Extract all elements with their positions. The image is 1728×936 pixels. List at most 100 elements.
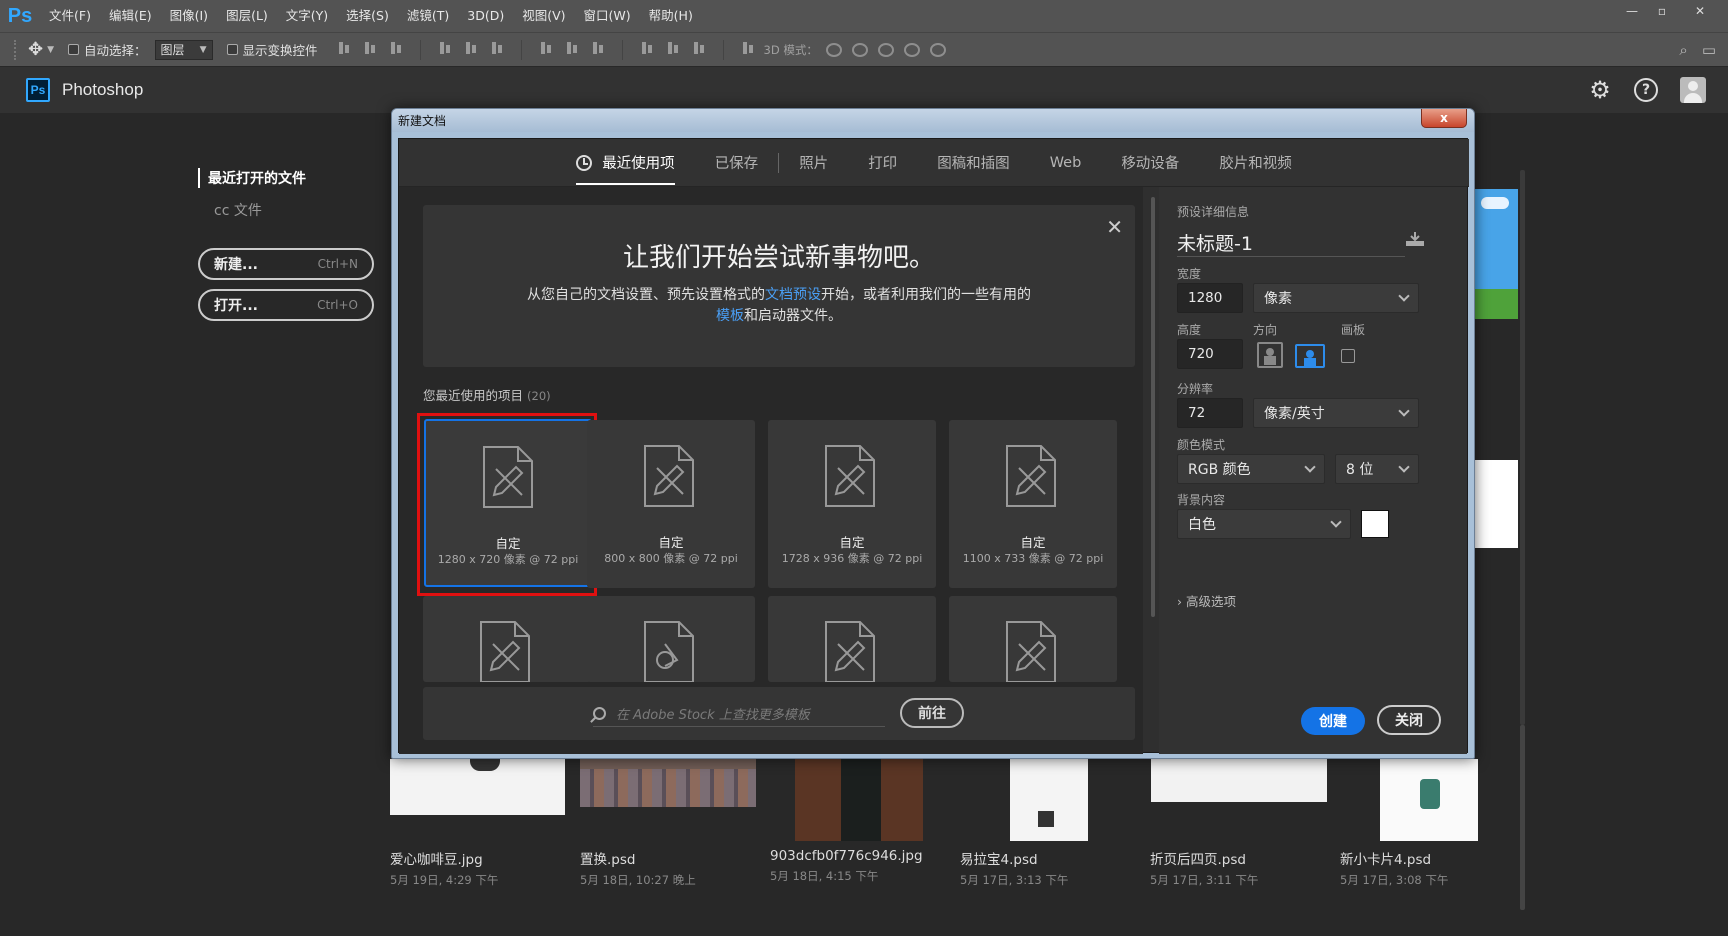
recent-file-item[interactable]: 爱心咖啡豆.jpg 5月 19日, 4:29 下午 (390, 848, 498, 888)
menu-help[interactable]: 帮助(H) (640, 0, 702, 32)
auto-align-icon[interactable] (740, 40, 756, 56)
gear-icon[interactable]: ⚙ (1588, 78, 1612, 102)
menu-file[interactable]: 文件(F) (40, 0, 100, 32)
window-close-icon[interactable]: ✕ (1678, 2, 1722, 20)
tab-print[interactable]: 打印 (848, 139, 917, 187)
thumbnail-white-image[interactable] (1475, 460, 1518, 548)
thumbnail-card-image[interactable] (1380, 759, 1478, 841)
align-hcenter-icon[interactable] (463, 40, 479, 56)
menu-view[interactable]: 视图(V) (513, 0, 574, 32)
distribute-vcenter-icon[interactable] (564, 40, 580, 56)
preset-card[interactable] (587, 596, 755, 682)
close-button[interactable]: 关闭 (1377, 705, 1441, 735)
minimize-icon[interactable]: — (1618, 2, 1646, 20)
tab-photo[interactable]: 照片 (779, 139, 848, 187)
advanced-options-toggle[interactable]: › 高级选项 (1177, 591, 1236, 610)
preset-card[interactable] (423, 596, 591, 682)
menu-image[interactable]: 图像(I) (161, 0, 217, 32)
auto-select-checkbox[interactable]: 自动选择： (68, 40, 147, 59)
tab-film-video[interactable]: 胶片和视频 (1199, 139, 1312, 187)
distribute-bottom-icon[interactable] (590, 40, 606, 56)
recent-file-item[interactable]: 新小卡片4.psd 5月 17日, 3:08 下午 (1340, 848, 1448, 888)
home-scrollbar-track[interactable] (1520, 170, 1525, 725)
dialog-close-icon[interactable]: x (1421, 109, 1467, 128)
resolution-unit-select[interactable]: 像素/英寸 (1253, 398, 1419, 428)
stock-go-button[interactable]: 前往 (900, 698, 964, 728)
menu-layer[interactable]: 图层(L) (217, 0, 277, 32)
color-mode-select[interactable]: RGB 颜色 (1177, 454, 1325, 484)
move-tool-preset[interactable]: ✥ ▼ (28, 39, 54, 60)
create-button[interactable]: 创建 (1301, 707, 1365, 735)
distribute-left-icon[interactable] (639, 40, 655, 56)
thumbnail-brick-image[interactable] (580, 759, 756, 807)
templates-link[interactable]: 模板 (716, 308, 744, 324)
workspace-icon[interactable]: ▭ (1702, 41, 1716, 59)
thumbnail-sky-image[interactable] (1475, 189, 1518, 319)
auto-select-target-select[interactable]: 图层 ▼ (154, 39, 213, 60)
new-file-button[interactable]: 新建... Ctrl+N (198, 248, 374, 280)
preset-card[interactable]: 自定 1728 x 936 像素 @ 72 ppi (768, 420, 936, 588)
checkbox-box[interactable] (68, 44, 80, 55)
thumbnail-coffee-image[interactable] (390, 759, 565, 815)
tab-saved[interactable]: 已保存 (695, 139, 779, 187)
background-color-swatch[interactable] (1361, 510, 1389, 538)
align-top-icon[interactable] (336, 40, 352, 56)
menu-select[interactable]: 选择(S) (337, 0, 398, 32)
recent-file-item[interactable]: 903dcfb0f776c946.jpg 5月 18日, 4:15 下午 (770, 848, 923, 884)
open-file-button[interactable]: 打开... Ctrl+O (198, 289, 374, 321)
show-transform-checkbox[interactable]: 显示变换控件 (226, 40, 318, 59)
align-right-icon[interactable] (489, 40, 505, 56)
nav-cc-files[interactable]: cc 文件 (198, 200, 306, 220)
search-icon[interactable]: ⌕ (1679, 41, 1687, 59)
maximize-icon[interactable]: ▫ (1648, 2, 1676, 20)
menu-filter[interactable]: 滤镜(T) (398, 0, 458, 32)
artboard-checkbox[interactable] (1341, 349, 1355, 363)
height-input[interactable]: 720 (1177, 339, 1243, 369)
preset-card[interactable] (768, 596, 936, 682)
scale-3d-icon[interactable] (929, 42, 946, 57)
preset-card[interactable]: 自定 800 x 800 像素 @ 72 ppi (587, 420, 755, 588)
tab-recent[interactable]: 最近使用项 (556, 139, 695, 187)
menu-3d[interactable]: 3D(D) (458, 0, 513, 32)
preset-scrollbar[interactable] (1151, 197, 1155, 617)
thumbnail-banner-image[interactable] (1010, 759, 1088, 841)
checkbox-box[interactable] (226, 44, 238, 55)
thumbnail-brochure-image[interactable] (1151, 759, 1327, 802)
home-scrollbar-thumb[interactable] (1520, 725, 1525, 910)
landscape-orientation-icon[interactable] (1295, 344, 1325, 368)
document-name-field[interactable]: 未标题-1 (1177, 229, 1405, 257)
portrait-orientation-icon[interactable] (1257, 342, 1283, 368)
align-left-icon[interactable] (437, 40, 453, 56)
orbit-3d-icon[interactable] (825, 42, 842, 57)
preset-card-selected[interactable]: 自定 1280 x 720 像素 @ 72 ppi (424, 419, 592, 587)
toolbar-grip[interactable] (14, 39, 18, 60)
preset-card[interactable] (949, 596, 1117, 682)
menu-edit[interactable]: 编辑(E) (100, 0, 161, 32)
document-presets-link[interactable]: 文档预设 (765, 287, 821, 303)
ps-menu-logo[interactable]: Ps (0, 0, 40, 32)
recent-file-item[interactable]: 置换.psd 5月 18日, 10:27 晚上 (580, 848, 696, 888)
thumbnail-photo-image[interactable] (795, 759, 923, 841)
recent-file-item[interactable]: 折页后四页.psd 5月 17日, 3:11 下午 (1150, 848, 1258, 888)
slide-3d-icon[interactable] (903, 42, 920, 57)
recent-file-item[interactable]: 易拉宝4.psd 5月 17日, 3:13 下午 (960, 848, 1068, 888)
pan-3d-icon[interactable] (877, 42, 894, 57)
tab-art-illustration[interactable]: 图稿和插图 (917, 139, 1030, 187)
width-input[interactable]: 1280 (1177, 283, 1243, 313)
help-icon[interactable]: ? (1634, 78, 1658, 102)
resolution-input[interactable]: 72 (1177, 398, 1243, 428)
tab-web[interactable]: Web (1030, 139, 1102, 187)
menu-type[interactable]: 文字(Y) (277, 0, 337, 32)
tab-mobile[interactable]: 移动设备 (1101, 139, 1199, 187)
user-avatar-icon[interactable] (1680, 77, 1706, 103)
distribute-hcenter-icon[interactable] (665, 40, 681, 56)
distribute-top-icon[interactable] (538, 40, 554, 56)
roll-3d-icon[interactable] (851, 42, 868, 57)
dialog-titlebar[interactable]: 新建文档 (392, 109, 1474, 132)
bit-depth-select[interactable]: 8 位 (1335, 454, 1419, 484)
menu-window[interactable]: 窗口(W) (575, 0, 640, 32)
align-vcenter-icon[interactable] (362, 40, 378, 56)
width-unit-select[interactable]: 像素 (1253, 283, 1419, 313)
distribute-right-icon[interactable] (691, 40, 707, 56)
nav-recent-files[interactable]: 最近打开的文件 (198, 168, 306, 188)
